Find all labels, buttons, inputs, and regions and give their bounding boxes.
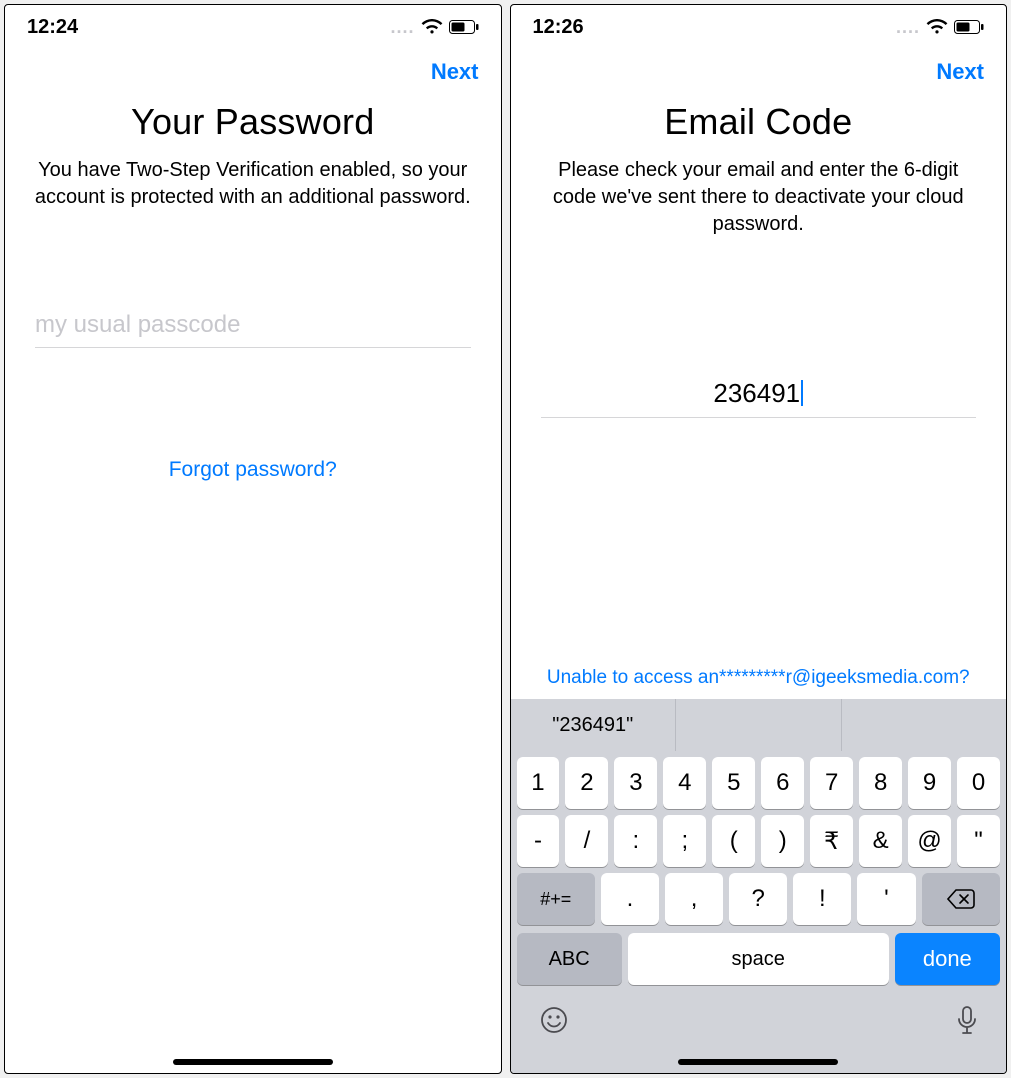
- keyboard-row-3: #+= . , ? ! ': [511, 867, 1007, 925]
- cellular-dots-icon: ....: [390, 17, 414, 38]
- home-indicator[interactable]: [678, 1059, 838, 1065]
- wifi-icon: [421, 19, 443, 35]
- status-bar: 12:24 ....: [5, 5, 501, 49]
- unable-access-link[interactable]: Unable to access an*********r@igeeksmedi…: [511, 667, 1007, 699]
- key-quote[interactable]: ": [957, 815, 1000, 867]
- code-input[interactable]: 236491: [541, 378, 977, 409]
- key-at[interactable]: @: [908, 815, 951, 867]
- dictation-button[interactable]: [956, 1005, 978, 1037]
- suggestion-empty: [842, 699, 1007, 751]
- emoji-icon: [539, 1005, 569, 1037]
- key-symbols[interactable]: #+=: [517, 873, 595, 925]
- home-indicator[interactable]: [173, 1059, 333, 1065]
- page-subtitle: Please check your email and enter the 6-…: [537, 157, 981, 238]
- cellular-dots-icon: ....: [896, 17, 920, 38]
- key-5[interactable]: 5: [712, 757, 755, 809]
- forgot-password-link[interactable]: Forgot password?: [169, 458, 337, 482]
- nav-bar: Next: [511, 49, 1007, 91]
- keyboard-row-1: 1 2 3 4 5 6 7 8 9 0: [511, 751, 1007, 809]
- key-9[interactable]: 9: [908, 757, 951, 809]
- key-paren-close[interactable]: ): [761, 815, 804, 867]
- battery-icon: [954, 20, 984, 34]
- key-slash[interactable]: /: [565, 815, 608, 867]
- status-time: 12:26: [533, 16, 584, 39]
- key-backspace[interactable]: [922, 873, 1000, 925]
- key-6[interactable]: 6: [761, 757, 804, 809]
- wifi-icon: [926, 19, 948, 35]
- key-abc[interactable]: ABC: [517, 933, 622, 985]
- status-time: 12:24: [27, 16, 78, 39]
- key-0[interactable]: 0: [957, 757, 1000, 809]
- key-apostrophe[interactable]: ': [857, 873, 915, 925]
- code-field-wrap[interactable]: 236491: [541, 378, 977, 418]
- keyboard-row-2: - / : ; ( ) ₹ & @ ": [511, 809, 1007, 867]
- backspace-icon: [947, 889, 975, 909]
- key-paren-open[interactable]: (: [712, 815, 755, 867]
- key-7[interactable]: 7: [810, 757, 853, 809]
- key-comma[interactable]: ,: [665, 873, 723, 925]
- key-done[interactable]: done: [895, 933, 1000, 985]
- password-input[interactable]: [35, 311, 471, 339]
- key-semicolon[interactable]: ;: [663, 815, 706, 867]
- key-period[interactable]: .: [601, 873, 659, 925]
- key-1[interactable]: 1: [517, 757, 560, 809]
- next-button[interactable]: Next: [936, 59, 984, 85]
- password-field-wrap: [35, 311, 471, 348]
- page-title: Email Code: [531, 101, 987, 143]
- status-right: ....: [896, 17, 984, 38]
- key-dash[interactable]: -: [517, 815, 560, 867]
- phone-left-password: 12:24 .... Next Your Password You have T…: [4, 4, 502, 1074]
- phone-right-email-code: 12:26 .... Next Email Code Please check …: [510, 4, 1008, 1074]
- page-title: Your Password: [25, 101, 481, 143]
- status-bar: 12:26 ....: [511, 5, 1007, 49]
- key-rupee[interactable]: ₹: [810, 815, 853, 867]
- nav-bar: Next: [5, 49, 501, 91]
- page-subtitle: You have Two-Step Verification enabled, …: [31, 157, 475, 211]
- microphone-icon: [956, 1005, 978, 1037]
- key-colon[interactable]: :: [614, 815, 657, 867]
- key-ampersand[interactable]: &: [859, 815, 902, 867]
- battery-icon: [449, 20, 479, 34]
- emoji-button[interactable]: [539, 1005, 569, 1037]
- key-space[interactable]: space: [628, 933, 889, 985]
- key-3[interactable]: 3: [614, 757, 657, 809]
- code-value: 236491: [713, 378, 800, 408]
- suggestion-item[interactable]: "236491": [511, 699, 677, 751]
- key-8[interactable]: 8: [859, 757, 902, 809]
- suggestion-bar: "236491": [511, 699, 1007, 751]
- keyboard: "236491" 1 2 3 4 5 6 7 8 9 0 - / : ; ( )…: [511, 699, 1007, 1073]
- suggestion-empty: [676, 699, 842, 751]
- keyboard-row-4: ABC space done: [511, 925, 1007, 985]
- keyboard-bottom-row: [511, 985, 1007, 1037]
- text-caret: [801, 380, 803, 406]
- key-4[interactable]: 4: [663, 757, 706, 809]
- key-exclaim[interactable]: !: [793, 873, 851, 925]
- key-2[interactable]: 2: [565, 757, 608, 809]
- status-right: ....: [390, 17, 478, 38]
- next-button[interactable]: Next: [431, 59, 479, 85]
- key-question[interactable]: ?: [729, 873, 787, 925]
